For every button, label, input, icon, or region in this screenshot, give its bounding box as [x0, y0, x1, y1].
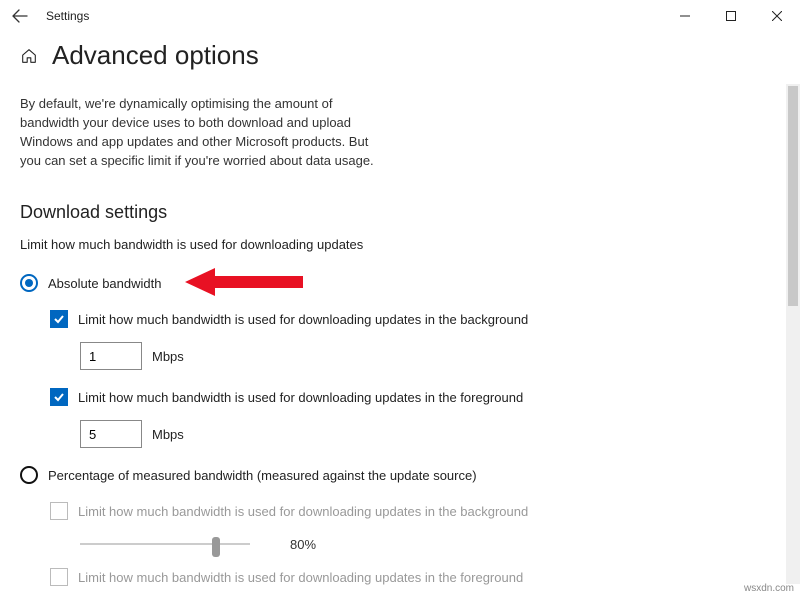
input-fg-bandwidth[interactable] [80, 420, 142, 448]
check-pct-background: Limit how much bandwidth is used for dow… [50, 502, 780, 520]
checkbox-icon [50, 310, 68, 328]
content-area: By default, we're dynamically optimising… [0, 83, 800, 603]
unit-label: Mbps [152, 349, 184, 364]
slider-bg-row: 80% [80, 534, 780, 554]
input-bg-bandwidth-row: Mbps [80, 342, 780, 370]
titlebar: Settings [0, 0, 800, 32]
checkbox-icon [50, 388, 68, 406]
unit-label: Mbps [152, 427, 184, 442]
input-fg-bandwidth-row: Mbps [80, 420, 780, 448]
page-title: Advanced options [52, 40, 259, 71]
close-button[interactable] [754, 0, 800, 32]
check-bg-pct-label: Limit how much bandwidth is used for dow… [78, 504, 528, 519]
annotation-arrow-icon [185, 264, 305, 300]
download-heading: Download settings [20, 202, 780, 223]
slider-bg-value: 80% [290, 537, 316, 552]
radio-icon [20, 466, 38, 484]
check-limit-background[interactable]: Limit how much bandwidth is used for dow… [50, 310, 780, 328]
radio-absolute-label: Absolute bandwidth [48, 276, 161, 291]
intro-text: By default, we're dynamically optimising… [20, 95, 380, 170]
check-bg-label: Limit how much bandwidth is used for dow… [78, 312, 528, 327]
checkbox-icon [50, 502, 68, 520]
watermark: wsxdn.com [744, 583, 794, 594]
slider-bg [80, 534, 250, 554]
back-button[interactable] [8, 4, 32, 28]
minimize-button[interactable] [662, 0, 708, 32]
home-icon[interactable] [20, 47, 38, 65]
window-controls [662, 0, 800, 32]
check-pct-foreground: Limit how much bandwidth is used for dow… [50, 568, 780, 586]
radio-absolute-bandwidth[interactable]: Absolute bandwidth [20, 274, 780, 292]
checkbox-icon [50, 568, 68, 586]
slider-thumb-icon [212, 537, 220, 557]
maximize-button[interactable] [708, 0, 754, 32]
check-fg-label: Limit how much bandwidth is used for dow… [78, 390, 523, 405]
download-hint: Limit how much bandwidth is used for dow… [20, 237, 780, 252]
radio-icon [20, 274, 38, 292]
page-header: Advanced options [0, 32, 800, 83]
radio-percent-label: Percentage of measured bandwidth (measur… [48, 468, 477, 483]
back-arrow-icon [12, 8, 28, 24]
check-fg-pct-label: Limit how much bandwidth is used for dow… [78, 570, 523, 585]
check-limit-foreground[interactable]: Limit how much bandwidth is used for dow… [50, 388, 780, 406]
radio-percentage-bandwidth[interactable]: Percentage of measured bandwidth (measur… [20, 466, 780, 484]
input-bg-bandwidth[interactable] [80, 342, 142, 370]
window-title: Settings [46, 9, 89, 23]
